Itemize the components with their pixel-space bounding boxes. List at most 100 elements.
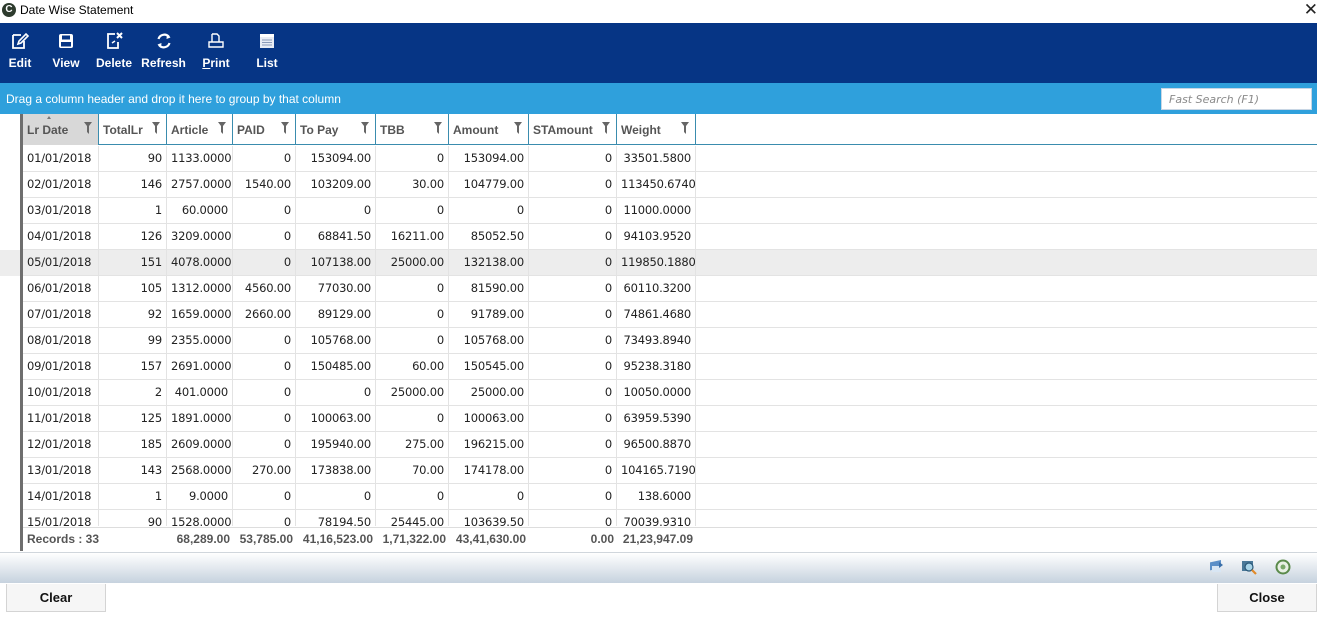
cell-article: 4078.0000 bbox=[167, 250, 233, 275]
cell-to-pay: 173838.00 bbox=[296, 458, 376, 483]
cell-totallr: 90 bbox=[99, 510, 167, 526]
cell-stamount: 0 bbox=[529, 432, 617, 457]
cell-weight: 63959.5390 bbox=[617, 406, 696, 431]
cell-paid: 2660.00 bbox=[233, 302, 296, 327]
table-row[interactable]: 02/01/2018 146 2757.0000 1540.00 103209.00 30… bbox=[23, 172, 1317, 198]
cell-lr-date: 02/01/2018 bbox=[23, 172, 99, 197]
column-header-paid[interactable]: PAID bbox=[233, 114, 296, 145]
sum-paid: 53,785.00 bbox=[239, 532, 293, 546]
cell-weight: 94103.9520 bbox=[617, 224, 696, 249]
list-button[interactable]: List bbox=[254, 31, 280, 79]
filter-icon[interactable] bbox=[602, 122, 610, 134]
export-icon[interactable] bbox=[1207, 558, 1225, 576]
table-row[interactable]: 04/01/2018 126 3209.0000 0 68841.50 16211.00 8… bbox=[23, 224, 1317, 250]
cell-weight: 11000.0000 bbox=[617, 198, 696, 223]
cell-totallr: 2 bbox=[99, 380, 167, 405]
column-header-tbb[interactable]: TBB bbox=[376, 114, 449, 145]
cell-article: 1891.0000 bbox=[167, 406, 233, 431]
cell-to-pay: 68841.50 bbox=[296, 224, 376, 249]
cell-article: 3209.0000 bbox=[167, 224, 233, 249]
view-button[interactable]: View bbox=[51, 31, 81, 79]
cell-stamount: 0 bbox=[529, 198, 617, 223]
table-row[interactable]: 01/01/2018 90 1133.0000 0 153094.00 0 153094.0… bbox=[23, 146, 1317, 172]
cell-amount: 196215.00 bbox=[449, 432, 529, 457]
fast-search-input[interactable] bbox=[1161, 88, 1312, 110]
list-label: List bbox=[256, 56, 278, 70]
cell-lr-date: 10/01/2018 bbox=[23, 380, 99, 405]
table-row[interactable]: 05/01/2018 151 4078.0000 0 107138.00 25000.00… bbox=[23, 250, 1317, 276]
cell-stamount: 0 bbox=[529, 276, 617, 301]
cell-stamount: 0 bbox=[529, 458, 617, 483]
refresh-label: Refresh bbox=[141, 56, 186, 70]
close-button[interactable]: Close bbox=[1217, 584, 1317, 612]
filter-icon[interactable] bbox=[514, 122, 522, 134]
table-row[interactable]: 06/01/2018 105 1312.0000 4560.00 77030.00 0 81… bbox=[23, 276, 1317, 302]
delete-button[interactable]: Delete bbox=[94, 31, 134, 79]
cell-stamount: 0 bbox=[529, 484, 617, 509]
column-header-amount[interactable]: Amount bbox=[449, 114, 529, 145]
table-row[interactable]: 14/01/2018 1 9.0000 0 0 0 0 0 138.6000 bbox=[23, 484, 1317, 510]
table-row[interactable]: 03/01/2018 1 60.0000 0 0 0 0 0 11000.0000 bbox=[23, 198, 1317, 224]
filter-icon[interactable] bbox=[434, 122, 442, 134]
filter-icon[interactable] bbox=[152, 122, 160, 134]
clear-button[interactable]: Clear bbox=[6, 584, 106, 612]
cell-totallr: 99 bbox=[99, 328, 167, 353]
table-row[interactable]: 15/01/2018 90 1528.0000 0 78194.50 25445.00 10… bbox=[23, 510, 1317, 526]
table-row[interactable]: 08/01/2018 99 2355.0000 0 105768.00 0 105768.0… bbox=[23, 328, 1317, 354]
sum-stamount: 0.00 bbox=[590, 532, 614, 546]
cell-stamount: 0 bbox=[529, 380, 617, 405]
table-row[interactable]: 12/01/2018 185 2609.0000 0 195940.00 275.00 19… bbox=[23, 432, 1317, 458]
print-button[interactable]: Print bbox=[200, 31, 232, 79]
column-label: Amount bbox=[453, 123, 499, 137]
edit-button[interactable]: Edit bbox=[6, 31, 34, 79]
filter-icon[interactable] bbox=[84, 122, 92, 134]
column-header-lr-date[interactable]: Lr Date bbox=[23, 114, 99, 145]
column-header-weight[interactable]: Weight bbox=[617, 114, 696, 145]
table-row[interactable]: 13/01/2018 143 2568.0000 270.00 173838.00 70.… bbox=[23, 458, 1317, 484]
cell-to-pay: 195940.00 bbox=[296, 432, 376, 457]
cell-weight: 70039.9310 bbox=[617, 510, 696, 526]
find-icon[interactable] bbox=[1240, 558, 1258, 576]
settings-icon[interactable] bbox=[1274, 558, 1292, 576]
cell-to-pay: 107138.00 bbox=[296, 250, 376, 275]
column-header-article[interactable]: Article bbox=[167, 114, 233, 145]
cell-article: 2691.0000 bbox=[167, 354, 233, 379]
cell-paid: 0 bbox=[233, 510, 296, 526]
filter-icon[interactable] bbox=[281, 122, 289, 134]
filter-icon[interactable] bbox=[681, 122, 689, 134]
refresh-button[interactable]: Refresh bbox=[141, 31, 186, 79]
filter-icon[interactable] bbox=[361, 122, 369, 134]
cell-tbb: 30.00 bbox=[376, 172, 449, 197]
cell-lr-date: 03/01/2018 bbox=[23, 198, 99, 223]
column-header-stamount[interactable]: STAmount bbox=[529, 114, 617, 145]
cell-stamount: 0 bbox=[529, 146, 617, 171]
cell-weight: 119850.1880 bbox=[617, 250, 696, 275]
cell-lr-date: 15/01/2018 bbox=[23, 510, 99, 526]
column-header-totallr[interactable]: TotalLr bbox=[99, 114, 167, 145]
window-close-icon[interactable]: ✕ bbox=[1304, 1, 1318, 19]
cell-to-pay: 153094.00 bbox=[296, 146, 376, 171]
cell-to-pay: 0 bbox=[296, 484, 376, 509]
table-row[interactable]: 10/01/2018 2 401.0000 0 0 25000.00 25000.00 0 10… bbox=[23, 380, 1317, 406]
cell-tbb: 25000.00 bbox=[376, 250, 449, 275]
cell-stamount: 0 bbox=[529, 406, 617, 431]
column-header-to-pay[interactable]: To Pay bbox=[296, 114, 376, 145]
column-label: TotalLr bbox=[103, 123, 143, 137]
cell-totallr: 185 bbox=[99, 432, 167, 457]
edit-label: Edit bbox=[8, 56, 32, 70]
sort-asc-icon bbox=[47, 116, 51, 119]
filter-icon[interactable] bbox=[218, 122, 226, 134]
cell-weight: 73493.8940 bbox=[617, 328, 696, 353]
table-row[interactable]: 07/01/2018 92 1659.0000 2660.00 89129.00 0 917… bbox=[23, 302, 1317, 328]
table-row[interactable]: 11/01/2018 125 1891.0000 0 100063.00 0 100063.… bbox=[23, 406, 1317, 432]
cell-tbb: 0 bbox=[376, 328, 449, 353]
cell-totallr: 126 bbox=[99, 224, 167, 249]
title-bar: C Date Wise Statement ✕ bbox=[0, 0, 1322, 23]
cell-article: 401.0000 bbox=[167, 380, 233, 405]
cell-amount: 81590.00 bbox=[449, 276, 529, 301]
table-row[interactable]: 09/01/2018 157 2691.0000 0 150485.00 60.00 150… bbox=[23, 354, 1317, 380]
cell-amount: 103639.50 bbox=[449, 510, 529, 526]
grid-summary-row: Records : 33 68,289.00 53,785.00 41,16,5… bbox=[23, 527, 1317, 551]
group-by-panel[interactable]: Drag a column header and drop it here to… bbox=[0, 83, 1317, 114]
cell-paid: 0 bbox=[233, 146, 296, 171]
